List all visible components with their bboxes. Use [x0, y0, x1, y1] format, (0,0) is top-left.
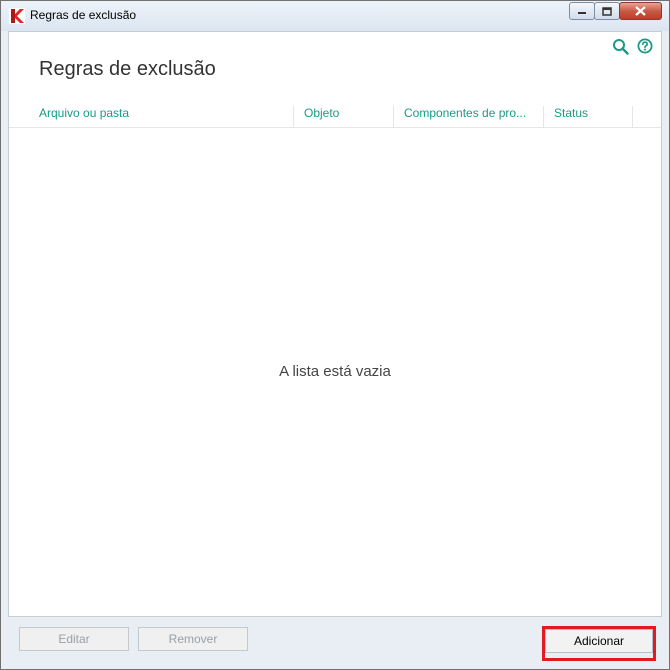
main-panel: Regras de exclusão Arquivo ou pasta Obje… — [8, 31, 662, 617]
top-toolbar — [612, 38, 653, 55]
column-header-status[interactable]: Status — [543, 106, 633, 127]
restore-icon — [602, 6, 612, 16]
column-header-file-or-folder[interactable]: Arquivo ou pasta — [9, 106, 293, 127]
page-title: Regras de exclusão — [39, 58, 216, 80]
close-icon — [635, 6, 646, 16]
table-header: Arquivo ou pasta Objeto Componentes de p… — [9, 106, 661, 128]
close-button[interactable] — [619, 2, 662, 20]
help-icon[interactable] — [637, 38, 653, 54]
column-header-object[interactable]: Objeto — [293, 106, 393, 127]
window-title: Regras de exclusão — [30, 8, 137, 22]
minimize-button[interactable] — [569, 2, 595, 20]
restore-button[interactable] — [594, 2, 620, 20]
title-bar: Regras de exclusão — [1, 1, 669, 31]
empty-list-message: A lista está vazia — [279, 363, 391, 380]
minimize-icon — [578, 12, 586, 14]
column-header-components[interactable]: Componentes de pro... — [393, 106, 543, 127]
window-controls — [569, 2, 662, 21]
add-button-highlight — [542, 626, 656, 661]
remove-button[interactable]: Remover — [138, 627, 248, 651]
window: Regras de exclusão Regras de exclusão Ar… — [0, 0, 670, 670]
search-icon[interactable] — [612, 38, 629, 55]
edit-button[interactable]: Editar — [19, 627, 129, 651]
app-logo-icon — [9, 8, 25, 24]
